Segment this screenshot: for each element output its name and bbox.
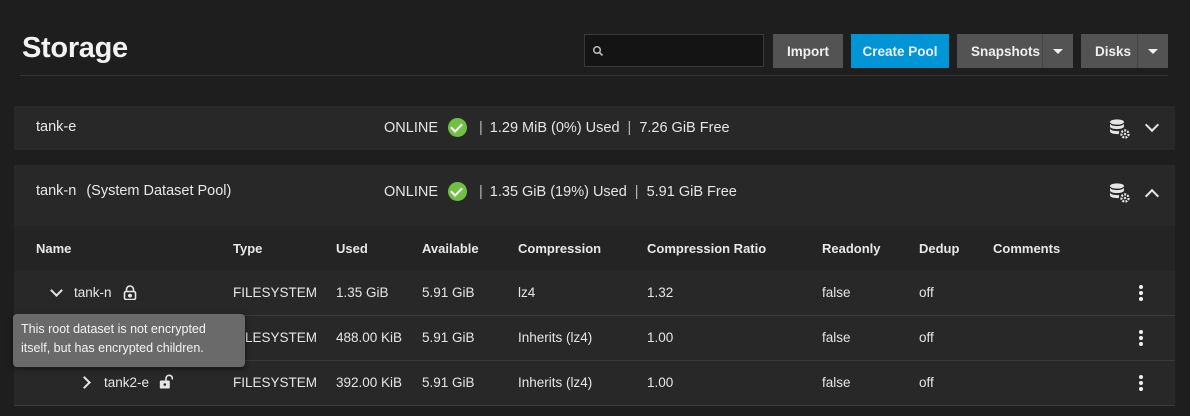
dataset-compression: Inherits (lz4): [518, 375, 593, 390]
column-header-available[interactable]: Available: [422, 241, 479, 256]
column-header-compression[interactable]: Compression: [518, 241, 601, 256]
more-vert-icon[interactable]: [1139, 285, 1143, 301]
separator: |: [634, 183, 639, 200]
page-header: Storage Import Create Pool Snapshots Dis…: [20, 30, 1168, 76]
dataset-readonly: false: [822, 330, 851, 345]
chevron-right-icon[interactable]: [78, 376, 91, 389]
header-divider: [20, 75, 1168, 76]
free-text: 5.91 GiB Free: [646, 183, 737, 200]
dataset-compression-ratio: 1.00: [647, 330, 674, 345]
dataset-available: 5.91 GiB: [422, 375, 475, 390]
more-vert-icon[interactable]: [1139, 330, 1143, 346]
disks-menu-button[interactable]: Disks: [1081, 34, 1168, 68]
dataset-dedup: off: [919, 375, 934, 390]
status-text: ONLINE: [384, 183, 438, 200]
column-header-used[interactable]: Used: [336, 241, 368, 256]
dataset-readonly: false: [822, 285, 851, 300]
status-text: ONLINE: [384, 119, 438, 136]
column-header-compression-ratio[interactable]: Compression Ratio: [647, 241, 766, 256]
dataset-type: FILESYSTEM: [233, 285, 318, 300]
dataset-available: 5.91 GiB: [422, 330, 475, 345]
database-settings-icon[interactable]: [1109, 118, 1131, 140]
dataset-type: FILESYSTEM: [233, 375, 318, 390]
dataset-used: 1.35 GiB: [336, 285, 389, 300]
dataset-dedup: off: [919, 285, 934, 300]
split-divider: [1137, 34, 1138, 68]
import-button-label: Import: [787, 43, 829, 59]
used-text: 1.29 MiB (0%) Used: [489, 119, 620, 136]
column-header-readonly[interactable]: Readonly: [822, 241, 881, 256]
dataset-compression: lz4: [518, 285, 536, 300]
free-text: 7.26 GiB Free: [639, 119, 730, 136]
column-header-type[interactable]: Type: [233, 241, 262, 256]
tooltip-line-2: itself, but has encrypted children.: [21, 341, 204, 355]
pool-header[interactable]: tank-n (System Dataset Pool) ONLINE | 1.3…: [14, 170, 1175, 214]
pool-status: ONLINE | 1.29 MiB (0%) Used | 7.26 GiB F…: [384, 118, 730, 137]
column-header-name[interactable]: Name: [36, 241, 71, 256]
search-input-box[interactable]: [584, 34, 764, 68]
dataset-name: tank2-e: [104, 375, 150, 390]
pool-status: ONLINE | 1.35 GiB (19%) Used | 5.91 GiB …: [384, 182, 737, 201]
create-pool-button[interactable]: Create Pool: [851, 34, 949, 68]
separator: |: [627, 119, 632, 136]
pool-header[interactable]: tank-e ONLINE | 1.29 MiB (0%) Used | 7.2…: [14, 106, 1175, 150]
more-vert-icon[interactable]: [1139, 375, 1143, 391]
database-settings-icon[interactable]: [1109, 182, 1131, 204]
table-row[interactable]: tank-n FILESYSTEM 1.35 GiB 5.91 GiB lz4 …: [14, 271, 1175, 316]
column-header-comments[interactable]: Comments: [993, 241, 1060, 256]
pool-name-text: tank-e: [36, 119, 77, 135]
chevron-down-icon[interactable]: [1144, 117, 1160, 133]
import-button[interactable]: Import: [773, 34, 843, 68]
used-text: 1.35 GiB (19%) Used: [489, 183, 627, 200]
search-input[interactable]: [609, 35, 763, 68]
split-divider: [1042, 34, 1043, 68]
pool-name: tank-e: [36, 119, 86, 135]
pool-subtitle: (System Dataset Pool): [86, 183, 232, 199]
pool-name: tank-n (System Dataset Pool): [36, 183, 231, 199]
snapshots-menu-button[interactable]: Snapshots: [957, 34, 1073, 68]
table-header: Name Type Used Available Compression Com…: [14, 226, 1175, 273]
disks-button-label: Disks: [1095, 43, 1132, 59]
separator: |: [479, 119, 483, 136]
pool-name-text: tank-n: [36, 183, 77, 199]
tooltip-line-1: This root dataset is not encrypted: [21, 322, 206, 336]
dataset-used: 392.00 KiB: [336, 375, 403, 390]
dataset-available: 5.91 GiB: [422, 285, 475, 300]
pool-card-tank-e: tank-e ONLINE | 1.29 MiB (0%) Used | 7.2…: [14, 106, 1175, 150]
check-circle-icon: [448, 182, 467, 201]
lock-icon[interactable]: [123, 285, 137, 300]
dataset-compression-ratio: 1.32: [647, 285, 674, 300]
dataset-name: tank-n: [74, 285, 112, 300]
dataset-used: 488.00 KiB: [336, 330, 403, 345]
chevron-up-icon[interactable]: [1144, 188, 1160, 204]
pool-card-tank-n: tank-n (System Dataset Pool) ONLINE | 1.3…: [14, 165, 1175, 406]
search-icon: [592, 45, 604, 57]
separator: |: [479, 183, 483, 200]
chevron-down-icon: [1148, 49, 1158, 54]
dataset-readonly: false: [822, 375, 851, 390]
dataset-dedup: off: [919, 330, 934, 345]
encryption-tooltip: This root dataset is not encrypted itsel…: [13, 314, 245, 367]
dataset-compression: Inherits (lz4): [518, 330, 593, 345]
dataset-compression-ratio: 1.00: [647, 375, 674, 390]
table-row[interactable]: tank2-e FILESYSTEM 392.00 KiB 5.91 GiB I…: [14, 361, 1175, 406]
snapshots-button-label: Snapshots: [971, 43, 1041, 59]
unlock-icon[interactable]: [159, 374, 173, 389]
chevron-down-icon: [1053, 49, 1063, 54]
dataset-type: FILESYSTEM: [233, 330, 318, 345]
column-header-dedup[interactable]: Dedup: [919, 241, 959, 256]
create-pool-button-label: Create Pool: [862, 43, 938, 59]
page-title: Storage: [22, 32, 128, 64]
chevron-down-icon[interactable]: [50, 284, 63, 297]
check-circle-icon: [448, 118, 467, 137]
